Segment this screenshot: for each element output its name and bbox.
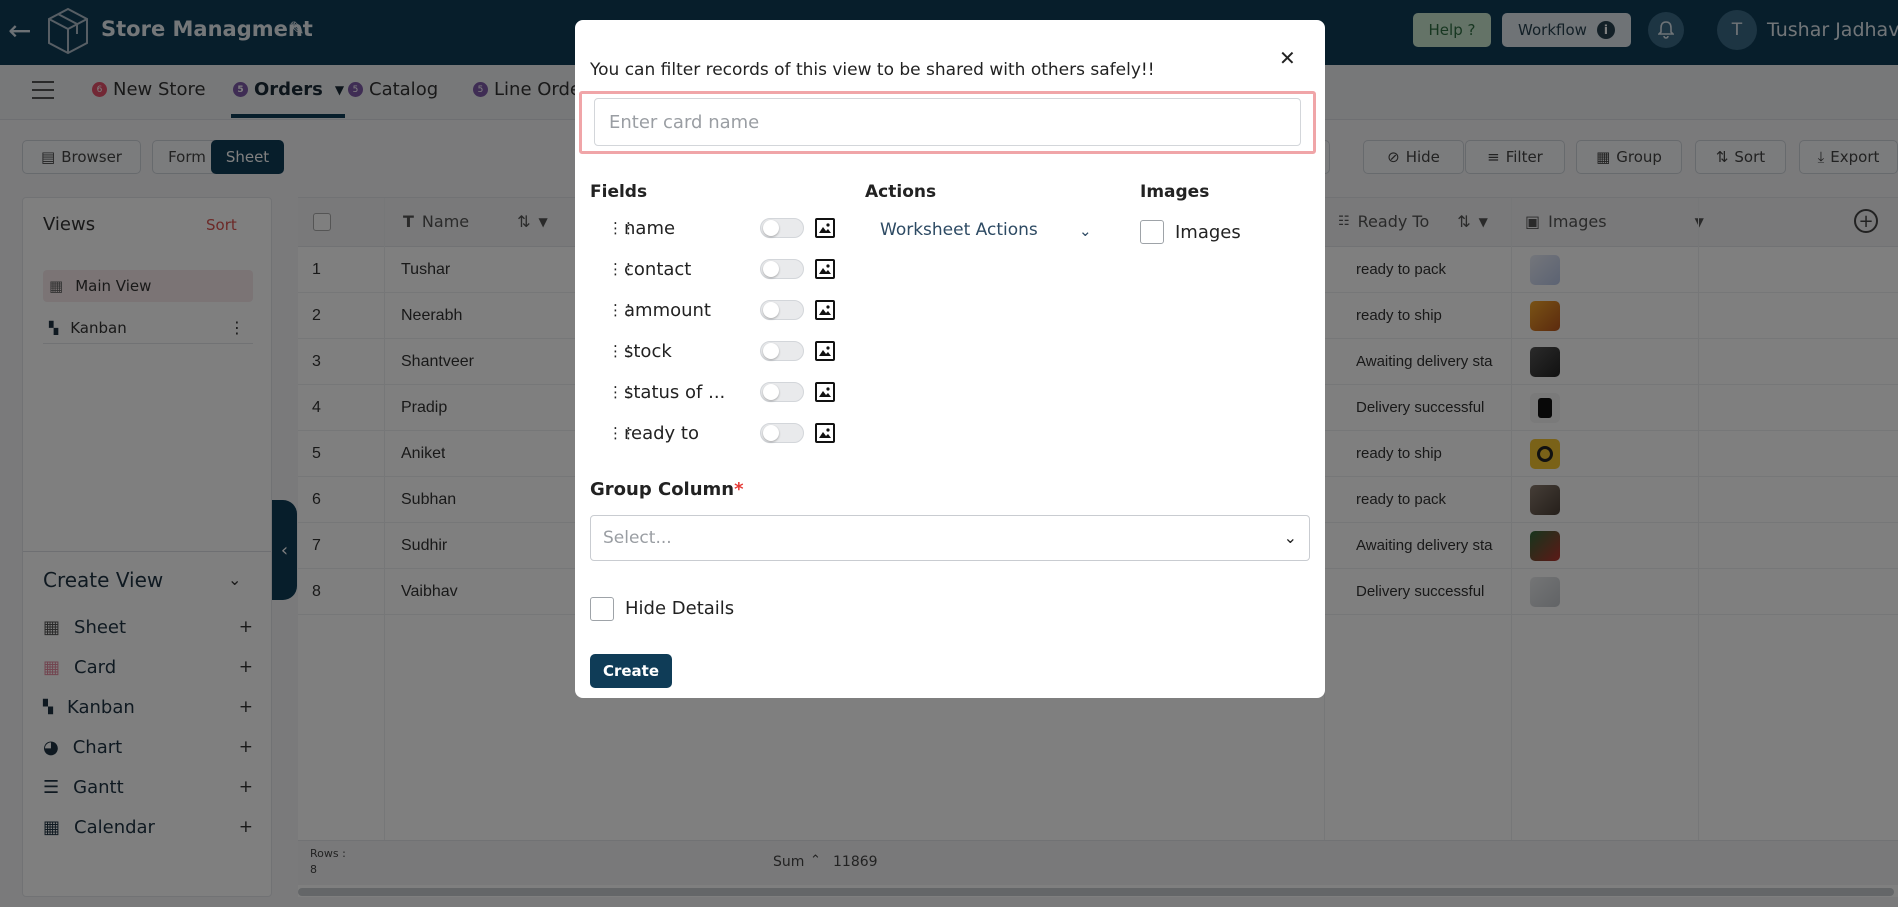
image-icon[interactable]	[815, 259, 835, 279]
field-label: stock	[624, 340, 672, 362]
field-label: ready to	[624, 422, 699, 444]
field-row-stock: ⋮⋮ stock	[608, 337, 848, 365]
image-icon[interactable]	[815, 218, 835, 238]
chevron-down-icon[interactable]: ⌄	[1079, 222, 1092, 240]
group-column-text: Group Column	[590, 479, 735, 500]
field-row-status: ⋮⋮ status of ...	[608, 378, 848, 406]
card-name-input[interactable]	[594, 98, 1301, 146]
modal-title: You can filter records of this view to b…	[590, 60, 1155, 80]
field-visibility-toggle[interactable]	[760, 300, 804, 320]
hide-details-checkbox[interactable]	[590, 597, 614, 621]
field-visibility-toggle[interactable]	[760, 341, 804, 361]
card-name-highlight	[579, 91, 1316, 154]
images-checkbox[interactable]	[1140, 220, 1164, 244]
field-row-ready-to: ⋮⋮ ready to	[608, 419, 848, 447]
group-column-label: Group Column*	[590, 479, 744, 500]
image-icon[interactable]	[815, 423, 835, 443]
field-row-contact: ⋮⋮ contact	[608, 255, 848, 283]
required-mark: *	[734, 479, 744, 500]
create-label: Create	[602, 662, 660, 680]
worksheet-actions-dropdown[interactable]: Worksheet Actions	[880, 220, 1038, 240]
drag-handle-icon[interactable]: ⋮⋮	[608, 383, 636, 401]
field-visibility-toggle[interactable]	[760, 382, 804, 402]
drag-handle-icon[interactable]: ⋮⋮	[608, 301, 636, 319]
group-column-select[interactable]: Select... ⌄	[590, 515, 1310, 561]
field-row-ammount: ⋮⋮ ammount	[608, 296, 848, 324]
image-icon[interactable]	[815, 300, 835, 320]
field-label: name	[624, 217, 676, 239]
image-icon[interactable]	[815, 382, 835, 402]
field-row-name: ⋮⋮ name	[608, 214, 848, 242]
drag-handle-icon[interactable]: ⋮⋮	[608, 260, 636, 278]
drag-handle-icon[interactable]: ⋮⋮	[608, 424, 636, 442]
field-label: status of ...	[624, 381, 726, 403]
actions-section-title: Actions	[865, 182, 937, 202]
fields-section-title: Fields	[590, 182, 648, 202]
field-visibility-toggle[interactable]	[760, 423, 804, 443]
field-visibility-toggle[interactable]	[760, 259, 804, 279]
images-checkbox-label: Images	[1175, 222, 1241, 243]
images-section-title: Images	[1140, 182, 1210, 202]
drag-handle-icon[interactable]: ⋮⋮	[608, 342, 636, 360]
select-placeholder: Select...	[603, 528, 672, 548]
hide-details-label: Hide Details	[625, 598, 735, 619]
close-icon[interactable]: ✕	[1279, 46, 1296, 70]
create-button[interactable]: Create	[590, 654, 672, 688]
image-icon[interactable]	[815, 341, 835, 361]
field-label: contact	[624, 258, 692, 280]
field-visibility-toggle[interactable]	[760, 218, 804, 238]
create-card-view-modal: You can filter records of this view to b…	[575, 20, 1325, 698]
chevron-down-icon: ⌄	[1283, 528, 1297, 547]
field-label: ammount	[624, 299, 711, 321]
drag-handle-icon[interactable]: ⋮⋮	[608, 219, 636, 237]
